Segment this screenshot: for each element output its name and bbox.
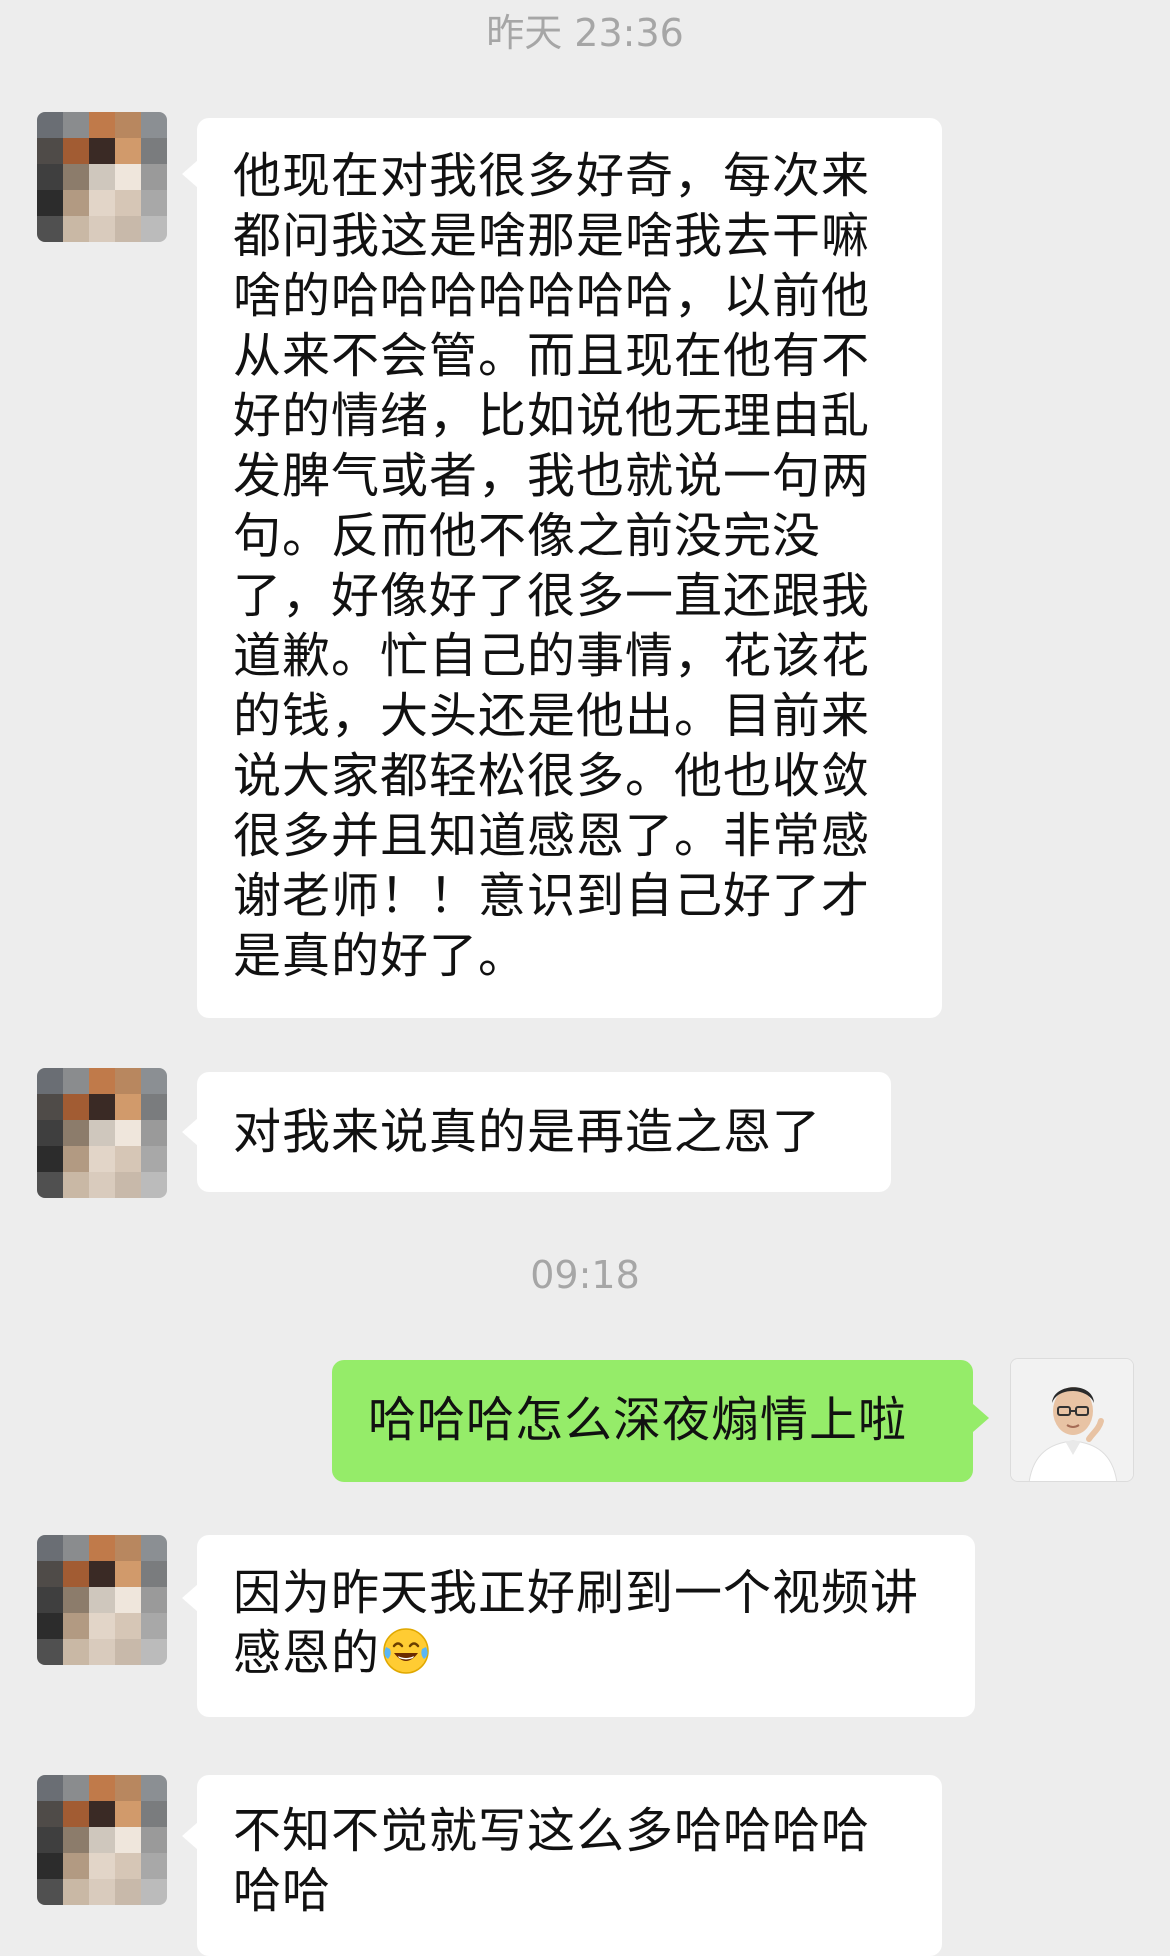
avatar[interactable] <box>37 1068 167 1198</box>
timestamp-morning: 09:18 <box>530 1253 640 1297</box>
message-text: 他现在对我很多好奇，每次来都问我这是啥那是啥我去干嘛啥的哈哈哈哈哈哈哈，以前他从… <box>233 148 871 984</box>
message-text: 对我来说真的是再造之恩了 <box>233 1104 822 1160</box>
timestamp-yesterday: 昨天 23:36 <box>486 11 684 55</box>
message-text: 因为昨天我正好刷到一个视频讲感恩的 <box>233 1565 920 1681</box>
bubble-tail <box>973 1404 989 1432</box>
message-bubble[interactable]: 他现在对我很多好奇，每次来都问我这是啥那是啥我去干嘛啥的哈哈哈哈哈哈哈，以前他从… <box>197 118 942 1018</box>
message-bubble-sent[interactable]: 哈哈哈怎么深夜煽情上啦 <box>332 1360 973 1482</box>
bubble-tail <box>182 160 198 188</box>
self-avatar[interactable] <box>1010 1358 1134 1482</box>
bubble-tail <box>182 1822 198 1850</box>
bubble-tail <box>182 1584 198 1612</box>
avatar[interactable] <box>37 1535 167 1665</box>
avatar[interactable] <box>37 1775 167 1905</box>
message-bubble[interactable]: 不知不觉就写这么多哈哈哈哈哈哈 <box>197 1775 942 1956</box>
message-bubble[interactable]: 因为昨天我正好刷到一个视频讲感恩的 <box>197 1535 975 1717</box>
bubble-tail <box>182 1118 198 1146</box>
message-bubble[interactable]: 对我来说真的是再造之恩了 <box>197 1072 891 1192</box>
tears-of-joy-emoji-icon <box>383 1628 429 1674</box>
message-text: 不知不觉就写这么多哈哈哈哈哈哈 <box>233 1803 871 1919</box>
person-portrait-icon <box>1011 1359 1133 1481</box>
message-text: 哈哈哈怎么深夜煽情上啦 <box>368 1392 908 1448</box>
avatar[interactable] <box>37 112 167 242</box>
